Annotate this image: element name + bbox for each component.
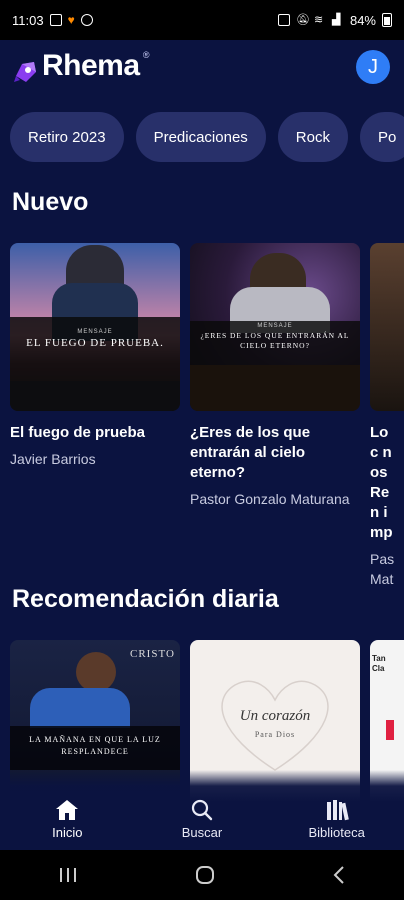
chip-rock[interactable]: Rock	[277, 112, 348, 162]
thumb-banner	[10, 317, 180, 381]
person-head-shape	[76, 652, 116, 692]
card-thumbnail: MENSAJE ¿ERES DE LOS QUE ENTRARÁN AL CIE…	[190, 243, 360, 411]
card-subtitle: Pastor Gonzalo Maturana	[190, 491, 350, 507]
system-nav-bar	[0, 850, 404, 900]
back-icon[interactable]	[331, 865, 347, 885]
nuevo-row: MENSAJE EL FUEGO DE PRUEBA. El fuego de …	[10, 243, 404, 589]
nav-label: Inicio	[52, 825, 83, 840]
wifi-icon: ≋	[313, 14, 324, 26]
thumb-badge: CRISTO	[130, 648, 175, 660]
thumb-accent	[386, 720, 394, 740]
thumb-small-text: Para Dios	[254, 730, 296, 739]
thumb-footer	[10, 381, 180, 411]
section-title-recomendacion: Recomendación diaria	[12, 585, 279, 613]
thumb-title-text: Un corazón	[239, 708, 311, 724]
avatar-initial: J	[368, 55, 378, 78]
mute-icon: 🔕︎	[295, 14, 310, 26]
logo-registered-mark: ®	[142, 50, 150, 60]
status-time: 11:03	[12, 12, 44, 28]
card-subtitle: Javier Barrios	[10, 451, 96, 467]
card-title: Lo c nos Ren imp	[370, 424, 393, 541]
thumb-title-text: EL FUEGO DE PRUEBA.	[26, 337, 164, 349]
rhema-logo-icon	[14, 62, 36, 82]
status-bar: 11:03 ♥ 🔕︎ ≋ ▟ 84%	[0, 0, 404, 40]
bottom-nav: Inicio Buscar Biblioteca	[0, 770, 404, 850]
whatsapp-icon	[80, 14, 93, 26]
card-title: ¿Eres de los que entrarán al cielo etern…	[190, 424, 311, 481]
card-title: El fuego de prueba	[10, 424, 146, 441]
home-icon	[56, 800, 79, 820]
nav-label: Biblioteca	[308, 825, 365, 840]
chip-predicaciones[interactable]: Predicaciones	[135, 112, 266, 162]
chip-po[interactable]: Po	[359, 112, 404, 162]
content-card[interactable]: MENSAJE ¿ERES DE LOS QUE ENTRARÁN AL CIE…	[190, 243, 360, 589]
signal-icon: ▟	[331, 14, 341, 26]
search-icon	[191, 799, 213, 821]
thumb-title-text: Tan Cla	[372, 654, 386, 673]
card-thumbnail: MENSAJE EL FUEGO DE PRUEBA.	[10, 243, 180, 411]
logo-text: Rhema	[42, 49, 140, 82]
heart-icon: ♥	[67, 13, 75, 27]
thumb-title-text: ¿ERES DE LOS QUE ENTRARÁN AL CIELO ETERN…	[200, 331, 350, 350]
library-icon	[326, 800, 349, 821]
app-header: Rhema ® J	[0, 40, 404, 104]
card-thumbnail	[370, 243, 404, 411]
chip-retiro-2023[interactable]: Retiro 2023	[10, 112, 124, 162]
nfc-icon	[277, 14, 290, 26]
thumb-small-text: MENSAJE	[77, 329, 113, 335]
battery-percent: 84%	[349, 12, 376, 28]
nav-label: Buscar	[181, 825, 223, 840]
gallery-icon	[49, 14, 62, 26]
home-button-icon[interactable]	[194, 864, 216, 886]
person-body-shape	[30, 688, 130, 728]
nav-biblioteca[interactable]: Biblioteca	[287, 799, 387, 840]
recent-apps-icon[interactable]	[57, 866, 79, 884]
section-title-nuevo: Nuevo	[12, 188, 89, 216]
battery-icon	[382, 13, 392, 27]
thumb-title-text: LA MAÑANA EN QUE LA LUZ RESPLANDECE	[29, 735, 161, 756]
nav-buscar[interactable]: Buscar	[152, 799, 252, 840]
thumb-small-text: MENSAJE	[257, 323, 293, 329]
category-chips: Retiro 2023 Predicaciones Rock Po	[10, 112, 404, 162]
card-subtitle: Pas Mat	[370, 551, 395, 587]
avatar[interactable]: J	[356, 50, 390, 84]
nav-inicio[interactable]: Inicio	[17, 799, 117, 840]
rhema-logo[interactable]: Rhema ®	[12, 46, 150, 86]
thumb-footer	[190, 365, 360, 411]
content-card[interactable]: MENSAJE EL FUEGO DE PRUEBA. El fuego de …	[10, 243, 180, 589]
content-card[interactable]: Lo c nos Ren imp Pas Mat	[370, 243, 404, 589]
